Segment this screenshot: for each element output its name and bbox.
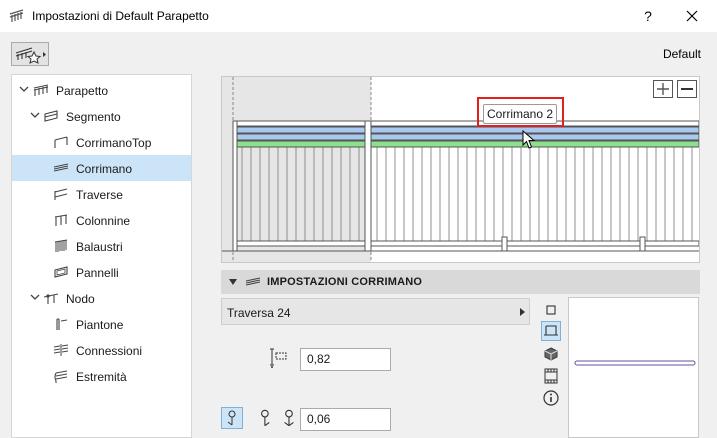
tree-item-nodo[interactable]: Nodo	[12, 285, 191, 311]
railing-app-icon	[9, 9, 24, 22]
height-input[interactable]: 0,82	[300, 348, 391, 371]
window-title: Impostazioni di Default Parapetto	[32, 9, 209, 23]
inner-post-icon	[54, 214, 68, 226]
handrail-3-highlighted[interactable]	[232, 140, 699, 148]
title-bar: Impostazioni di Default Parapetto ?	[0, 0, 717, 32]
anchor-left-button[interactable]	[221, 407, 243, 429]
handrail-2[interactable]	[232, 133, 699, 141]
help-button[interactable]: ?	[636, 4, 660, 28]
tree-item-label: Connessioni	[76, 344, 143, 358]
anchor-right-icon[interactable]	[278, 407, 300, 429]
segment-shading	[222, 77, 371, 262]
tree-item-label: Estremità	[76, 370, 127, 384]
section-title: IMPOSTAZIONI CORRIMANO	[267, 276, 423, 288]
handrail-1[interactable]	[232, 126, 699, 134]
info-button[interactable]	[541, 388, 561, 408]
railing-elevation-drawing	[222, 77, 699, 262]
close-icon	[686, 10, 698, 22]
default-label: Default	[662, 47, 701, 61]
railing-icon	[33, 84, 49, 96]
top-rail-icon	[54, 136, 68, 148]
tree-item-parapetto[interactable]: Parapetto	[12, 77, 191, 103]
post[interactable]	[232, 120, 238, 252]
height-dimension-icon	[270, 348, 287, 368]
minus-icon	[681, 88, 693, 90]
node-marker	[639, 236, 646, 252]
element-tooltip: Corrimano 2	[483, 104, 557, 124]
tree-item-colonnine[interactable]: Colonnine	[12, 207, 191, 233]
rail-icon	[54, 188, 68, 200]
profile-select[interactable]: Traversa 24	[221, 298, 530, 325]
chevron-down-icon[interactable]	[18, 83, 30, 95]
post[interactable]	[364, 120, 372, 252]
view-film-button[interactable]	[541, 366, 561, 386]
tree-item-label: Pannelli	[76, 266, 119, 280]
section-header-corrimano[interactable]: IMPOSTAZIONI CORRIMANO	[221, 270, 700, 294]
tree-item-pannelli[interactable]: Pannelli	[12, 259, 191, 285]
baluster-icon	[54, 239, 68, 252]
anchor-left-icon	[227, 410, 236, 426]
square-icon	[546, 305, 556, 315]
profile-section-icon	[544, 325, 558, 336]
post-icon	[56, 318, 68, 330]
tree-item-label: Nodo	[66, 292, 95, 306]
close-button[interactable]	[680, 4, 704, 28]
railing-favorites-icon	[15, 47, 46, 64]
tree-item-label: Piantone	[76, 318, 124, 332]
segment-icon	[44, 110, 58, 122]
tree-item-label: Parapetto	[56, 84, 109, 98]
chevron-right-icon	[520, 308, 525, 316]
node-marker	[501, 236, 508, 252]
connection-icon	[53, 344, 69, 356]
view-plan-button[interactable]	[541, 300, 561, 320]
offset-input[interactable]: 0,06	[300, 408, 391, 431]
profile-bar-drawing	[574, 360, 696, 366]
info-icon	[543, 390, 559, 406]
tree-item-balaustri[interactable]: Balaustri	[12, 233, 191, 259]
film-strip-icon	[544, 368, 558, 384]
tree-item-corrimano[interactable]: Corrimano	[12, 155, 191, 181]
collapse-triangle-icon[interactable]	[229, 279, 237, 285]
anchor-center-icon[interactable]	[255, 407, 277, 429]
favorites-button[interactable]	[11, 42, 49, 66]
tree-item-piantone[interactable]: Piantone	[12, 311, 191, 337]
chevron-down-icon[interactable]	[29, 109, 41, 121]
chevron-down-icon[interactable]	[29, 291, 41, 303]
tree-item-connessioni[interactable]: Connessioni	[12, 337, 191, 363]
plus-icon	[657, 83, 669, 95]
view-section-button[interactable]	[541, 321, 561, 341]
tree-item-segmento[interactable]: Segmento	[12, 103, 191, 129]
bottom-rail[interactable]	[232, 240, 699, 247]
handrail-icon	[53, 163, 69, 172]
tree-item-label: Traverse	[76, 188, 123, 202]
tree-item-label: Segmento	[66, 110, 121, 124]
tree-item-traverse[interactable]: Traverse	[12, 181, 191, 207]
panel-icon	[54, 266, 68, 278]
tree-item-label: Colonnine	[76, 214, 131, 228]
profile-preview	[568, 297, 699, 438]
tree-item-estremita[interactable]: Estremità	[12, 363, 191, 389]
top-rail[interactable]	[232, 120, 699, 127]
handrail-icon	[245, 277, 261, 286]
railing-preview[interactable]	[221, 76, 700, 263]
tree-item-label: CorrimanoTop	[76, 136, 152, 150]
view-3d-button[interactable]	[541, 344, 561, 364]
tree-item-label: Corrimano	[76, 162, 133, 176]
tree-item-label: Balaustri	[76, 240, 123, 254]
zoom-in-button[interactable]	[653, 80, 673, 98]
zoom-out-button[interactable]	[677, 80, 697, 98]
tree-item-corrimanotop[interactable]: CorrimanoTop	[12, 129, 191, 155]
settings-tree: Parapetto Segmento CorrimanoTop Corriman…	[11, 74, 192, 438]
mouse-cursor-icon	[522, 130, 536, 149]
end-icon	[54, 370, 68, 383]
node-icon	[43, 293, 59, 304]
cube-icon	[544, 347, 558, 361]
profile-select-value: Traversa 24	[227, 306, 291, 320]
